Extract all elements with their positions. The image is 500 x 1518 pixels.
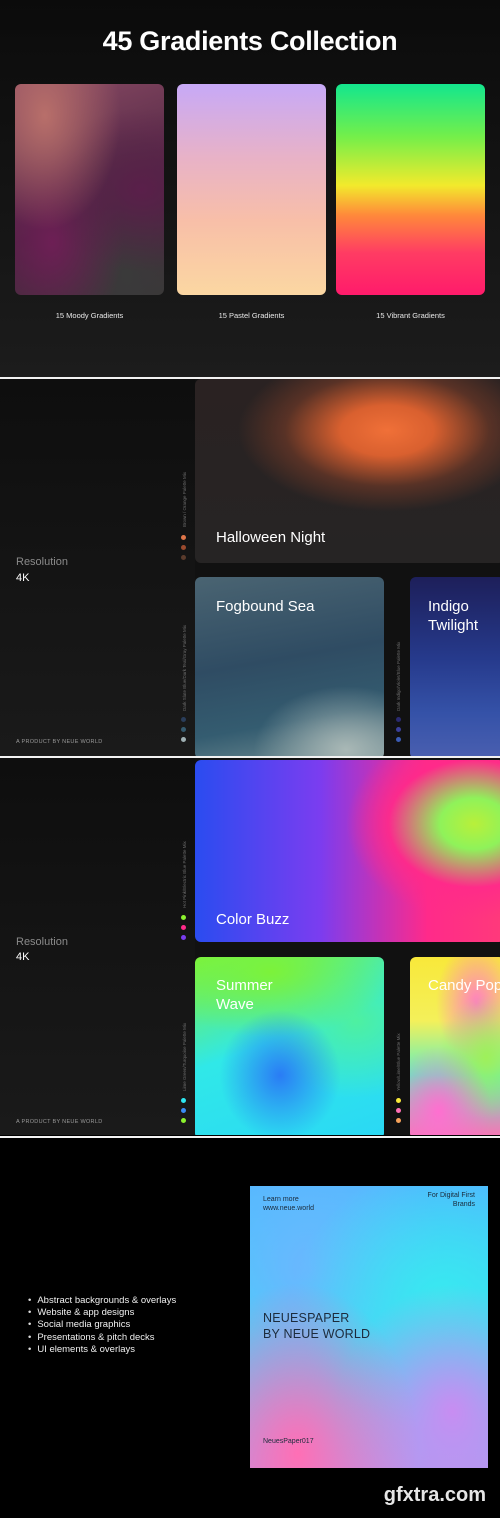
halloween-night-tile: Halloween Night — [195, 379, 500, 563]
vibrant-gradient-card — [336, 84, 485, 295]
palette-note: Brown / Orange Palette Mix — [182, 471, 187, 527]
palette-note: Lime Green/Turquoise Palette Mix — [182, 1022, 187, 1091]
poster-tagline-2: Brands — [452, 1201, 475, 1208]
color-buzz-tile: Color Buzz — [195, 760, 500, 942]
swatch-dot — [181, 545, 186, 550]
poster-title-line-2: BY NEUE WORLD — [263, 1326, 371, 1341]
swatch-dot — [181, 1098, 186, 1103]
pastel-gradient-card — [177, 84, 326, 295]
poster-tagline-1: For Digital First — [427, 1192, 475, 1199]
tile-title: Halloween Night — [216, 529, 326, 546]
tile-title: Color Buzz — [216, 911, 290, 928]
candy-pop-tile: Candy Pop — [410, 957, 500, 1135]
poster-mockup: Learn more www.neue.world For Digital Fi… — [250, 1186, 488, 1468]
indigo-twilight-tile: Indigo Twilight — [410, 577, 500, 756]
list-item: Website & app designs — [28, 1307, 176, 1319]
vibrant-showcase-panel: Resolution 4K A PRODUCT BY NEUE WORLD Co… — [0, 758, 500, 1135]
summer-wave-tile: Summer Wave — [195, 957, 384, 1135]
swatch-dot — [181, 1108, 186, 1113]
swatch-dot — [181, 915, 186, 920]
use-cases-section: Abstract backgrounds & overlays Website … — [0, 1138, 500, 1518]
swatch-dot — [396, 737, 401, 742]
list-item: Social media graphics — [28, 1319, 176, 1331]
tile-title: Indigo Twilight — [428, 598, 479, 634]
fogbound-sea-tile: Fogbound Sea — [195, 577, 384, 756]
resolution-label: Resolution — [16, 556, 68, 568]
swatch-dot — [396, 717, 401, 722]
product-credit: A PRODUCT BY NEUE WORLD — [16, 739, 103, 745]
resolution-label: Resolution — [16, 936, 68, 948]
palette-note: Dark Indigo/Violet/Blue Palette Mix — [396, 641, 401, 711]
poster-learn-more: Learn more — [263, 1196, 299, 1203]
resolution-value: 4K — [16, 951, 30, 963]
swatch-dot — [396, 1098, 401, 1103]
swatch-dot — [181, 727, 186, 732]
swatch-dot — [396, 1108, 401, 1113]
page-title: 45 Gradients Collection — [102, 26, 398, 56]
list-item: Presentations & pitch decks — [28, 1332, 176, 1344]
swatch-dot — [181, 555, 186, 560]
moody-showcase-panel: Resolution 4K A PRODUCT BY NEUE WORLD Ha… — [0, 379, 500, 756]
resolution-value: 4K — [16, 572, 30, 584]
swatch-dot — [181, 1118, 186, 1123]
swatch-dot — [396, 727, 401, 732]
swatch-dot — [181, 925, 186, 930]
tile-title: Fogbound Sea — [216, 598, 315, 615]
palette-note: Dark Slate Blue/Dark Teal/Gray Palette M… — [182, 625, 187, 711]
collection-overview: 45 Gradients Collection 15 Moody Gradien… — [0, 0, 500, 377]
poster-title-line-1: NEUESPAPER — [263, 1311, 350, 1325]
list-item: Abstract backgrounds & overlays — [28, 1295, 176, 1307]
pastel-caption: 15 Pastel Gradients — [218, 311, 285, 320]
tile-title: Candy Pop — [428, 977, 500, 994]
feature-list: Abstract backgrounds & overlays Website … — [28, 1295, 176, 1356]
swatch-dot — [181, 737, 186, 742]
watermark: gfxtra.com — [383, 1484, 486, 1506]
product-credit: A PRODUCT BY NEUE WORLD — [16, 1119, 103, 1125]
palette-note: Yellow/Lime/Blue Palette Mix — [396, 1033, 401, 1091]
palette-note: Hot Pink/Electric Blue Palette Mix — [182, 841, 187, 908]
swatch-dot — [181, 717, 186, 722]
swatch-dot — [181, 535, 186, 540]
moody-caption: 15 Moody Gradients — [55, 311, 124, 320]
vibrant-caption: 15 Vibrant Gradients — [376, 311, 445, 320]
swatch-dot — [396, 1118, 401, 1123]
poster-title: NEUESPAPER BY NEUE WORLD — [263, 1311, 370, 1342]
moody-gradient-card — [15, 84, 164, 295]
tile-title: Summer Wave — [216, 977, 273, 1013]
poster-code: NeuesPaper017 — [263, 1438, 314, 1445]
swatch-dot — [181, 935, 186, 940]
poster-url: www.neue.world — [263, 1205, 314, 1212]
list-item: UI elements & overlays — [28, 1344, 176, 1356]
